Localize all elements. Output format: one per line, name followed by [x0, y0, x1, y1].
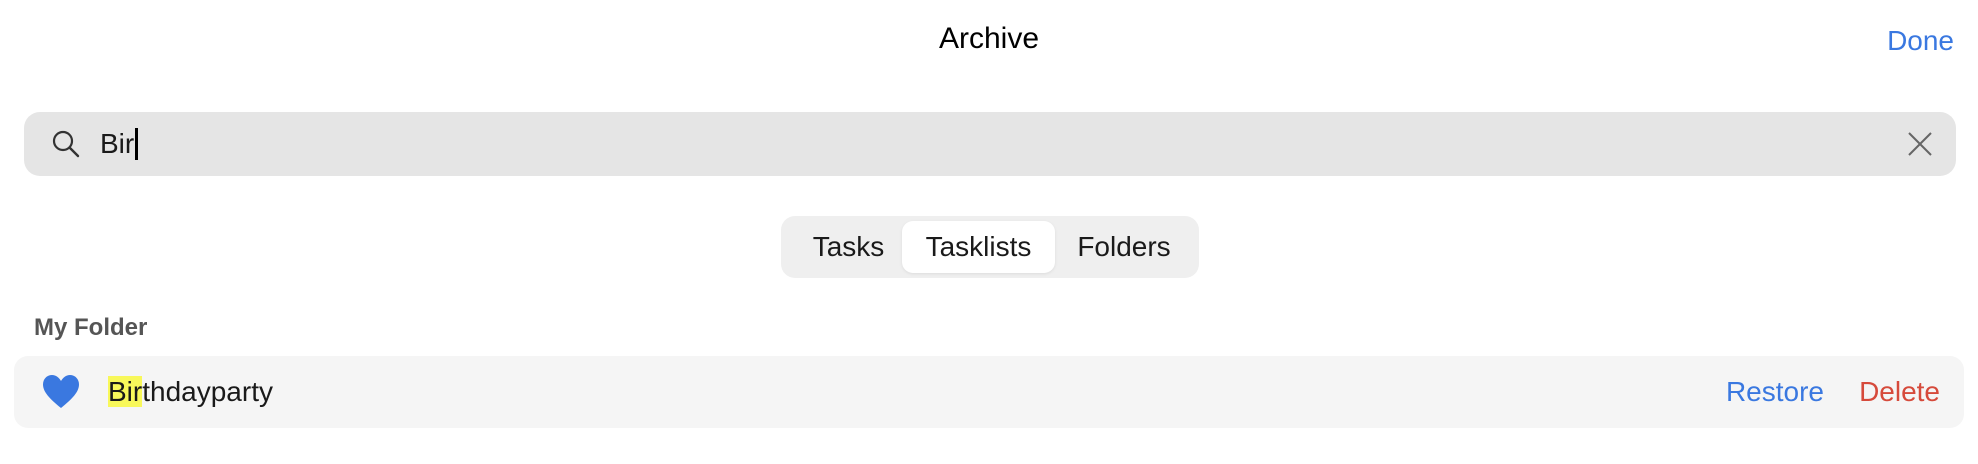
search-field[interactable]: Bir	[24, 112, 1956, 176]
done-button[interactable]: Done	[1887, 25, 1954, 57]
segment-folders[interactable]: Folders	[1059, 221, 1189, 273]
segment-tasklists[interactable]: Tasklists	[902, 221, 1055, 273]
page-title: Archive	[938, 22, 1040, 55]
tasklist-title-rest: thdayparty	[142, 376, 273, 407]
section-header: My Folder	[34, 314, 148, 341]
text-caret	[135, 128, 139, 160]
search-input[interactable]: Bir	[100, 112, 139, 176]
search-icon	[52, 130, 80, 158]
search-match-highlight: Bir	[108, 376, 143, 407]
restore-button[interactable]: Restore	[1726, 356, 1824, 428]
delete-button[interactable]: Delete	[1859, 356, 1940, 428]
scope-segmented-control: Tasks Tasklists Folders	[781, 216, 1199, 278]
tasklist-title: Birthdayparty	[108, 356, 273, 428]
heart-icon	[43, 375, 79, 408]
close-icon[interactable]	[1904, 128, 1936, 160]
segment-tasks[interactable]: Tasks	[791, 221, 906, 273]
search-input-value: Bir	[100, 128, 135, 159]
list-item: Birthdayparty Restore Delete	[14, 356, 1964, 428]
